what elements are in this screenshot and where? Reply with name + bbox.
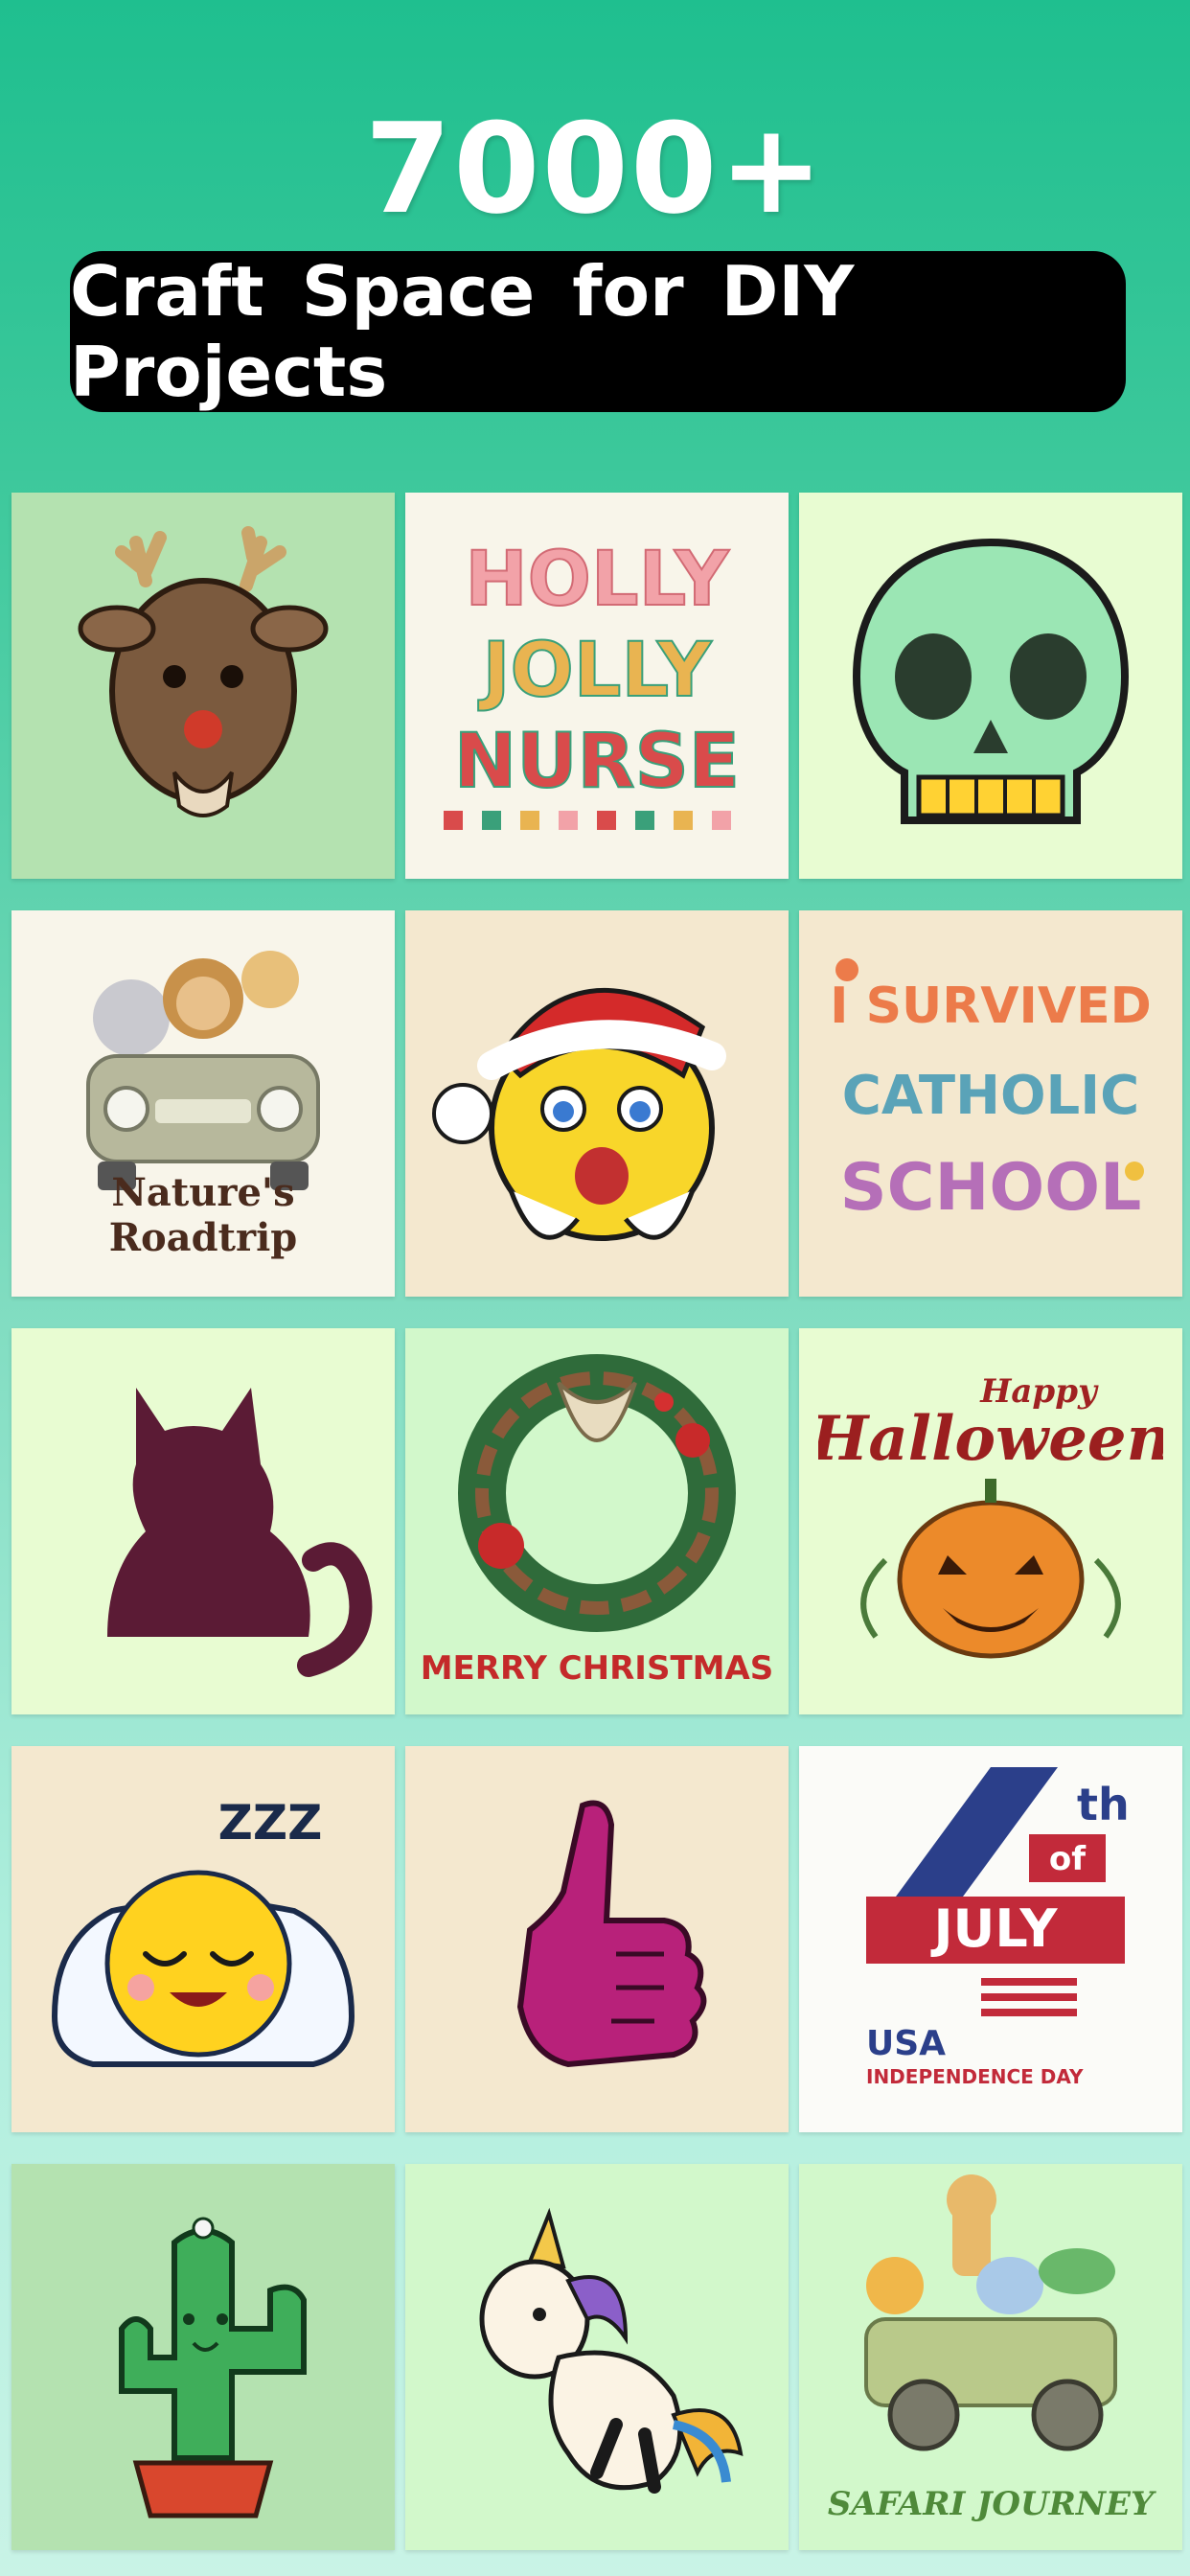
tile-thumbs-up[interactable]: [405, 1746, 789, 2132]
tile-natures-roadtrip[interactable]: Nature's Roadtrip: [11, 910, 395, 1297]
unicorn-sticker: [479, 2207, 744, 2494]
tile-santa-emoji[interactable]: [405, 910, 789, 1297]
svg-text:I SURVIVED: I SURVIVED: [830, 978, 1152, 1035]
svg-text:th: th: [1077, 1779, 1130, 1830]
tile-safari-journey[interactable]: SAFARI JOURNEY: [799, 2164, 1182, 2550]
safari-journey-label: SAFARI JOURNEY: [827, 2485, 1155, 2523]
svg-text:HOLLY: HOLLY: [465, 537, 730, 623]
thumbs-up-icon: [516, 1800, 707, 2067]
design-grid: HOLLY JOLLY NURSE Nature's Roadtrip I SU…: [11, 493, 1182, 2566]
natures-roadtrip-label: Nature's Roadtrip: [108, 1170, 298, 1260]
safari-journey-design: [864, 2174, 1117, 2450]
cat-silhouette: [107, 1387, 373, 1677]
tile-christmas-wreath[interactable]: MERRY CHRISTMAS: [405, 1328, 789, 1714]
svg-text:INDEPENDENCE DAY: INDEPENDENCE DAY: [866, 2065, 1084, 2088]
cactus-sticker: [119, 2217, 307, 2518]
reindeer-sticker: [78, 525, 329, 817]
svg-text:JOLLY: JOLLY: [477, 628, 713, 714]
merry-christmas-label: MERRY CHRISTMAS: [420, 1649, 774, 1688]
holly-jolly-nurse-design: HOLLY JOLLY NURSE: [444, 536, 741, 830]
svg-text:SCHOOL: SCHOOL: [840, 1150, 1142, 1226]
santa-emoji-sticker: [432, 987, 726, 1241]
svg-text:Halloween: Halloween: [818, 1403, 1163, 1475]
svg-text:NURSE: NURSE: [454, 719, 740, 805]
i-survived-catholic-school-design: I SURVIVED CATHOLIC SCHOOL: [830, 957, 1152, 1226]
christmas-wreath-design: [458, 1353, 736, 1632]
tile-reindeer[interactable]: [11, 493, 395, 879]
skull-sticker: [852, 538, 1130, 824]
tile-happy-halloween[interactable]: Happy Halloween: [799, 1328, 1182, 1714]
tile-holly-jolly-nurse[interactable]: HOLLY JOLLY NURSE: [405, 493, 789, 879]
svg-text:JULY: JULY: [929, 1898, 1058, 1959]
tile-catholic-school[interactable]: I SURVIVED CATHOLIC SCHOOL: [799, 910, 1182, 1297]
svg-text:ZZZ: ZZZ: [218, 1795, 323, 1851]
tile-unicorn[interactable]: [405, 2164, 789, 2550]
tile-cactus[interactable]: [11, 2164, 395, 2550]
tile-fourth-of-july[interactable]: th of JULY USA INDEPENDENCE DAY: [799, 1746, 1182, 2132]
tile-sleepy-emoji[interactable]: ZZZ: [11, 1746, 395, 2132]
sleepy-emoji-sticker: ZZZ: [51, 1795, 355, 2067]
tile-cat-silhouette[interactable]: [11, 1328, 395, 1714]
hero-count: 7000+: [364, 96, 826, 242]
svg-text:CATHOLIC: CATHOLIC: [842, 1065, 1139, 1127]
svg-text:of: of: [1049, 1840, 1087, 1878]
tile-skull[interactable]: [799, 493, 1182, 879]
happy-halloween-design: Happy Halloween: [818, 1372, 1163, 1658]
tagline-text: Craft Space for DIY Projects: [70, 251, 855, 412]
svg-text:USA: USA: [866, 2024, 946, 2063]
tagline-pill: Craft Space for DIY Projects: [70, 251, 1126, 412]
fourth-of-july-design: th of JULY USA INDEPENDENCE DAY: [866, 1766, 1130, 2088]
